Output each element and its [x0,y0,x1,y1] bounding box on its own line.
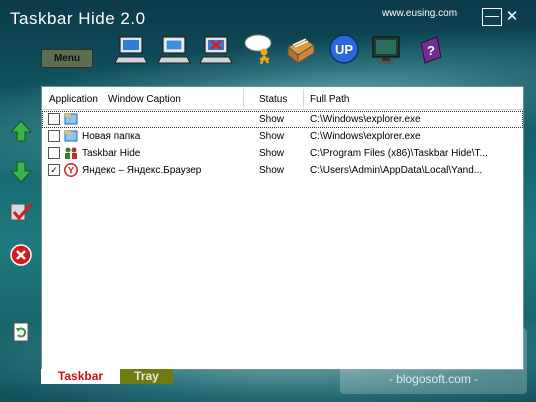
row-status: Show [259,114,285,125]
people-icon [64,146,78,160]
update-up-icon[interactable]: UP [327,33,361,67]
header-separator [243,89,244,107]
window-title: Taskbar Hide 2.0 [10,9,146,28]
close-button[interactable]: ✕ [502,8,522,26]
list-header: Application Window Caption Status Full P… [42,87,523,110]
row-app-name: Новая папка [82,131,141,142]
help-book-icon[interactable]: ? [413,33,447,67]
row-checkbox[interactable] [48,147,60,159]
table-row[interactable]: Taskbar Hide Show C:\Program Files (x86)… [42,145,523,162]
row-checkbox-checked[interactable]: ✓ [48,164,60,176]
minimize-button[interactable]: — [482,8,502,26]
row-app-name: Яндекс – Яндекс.Браузер [82,165,202,176]
close-window-icon[interactable] [199,33,233,67]
header-window-caption[interactable]: Window Caption [108,94,181,105]
refresh-icon[interactable] [9,320,33,344]
svg-text:UP: UP [335,42,353,57]
table-row[interactable]: ✓ Y Яндекс – Яндекс.Браузер Show C:\User… [42,162,523,179]
svg-text:?: ? [427,43,435,58]
header-application[interactable]: Application [49,94,98,105]
header-status[interactable]: Status [259,94,287,105]
move-down-arrow-icon[interactable] [9,160,33,184]
table-row[interactable]: Show C:\Windows\explorer.exe [42,111,523,128]
remove-icon[interactable] [9,243,33,267]
move-up-arrow-icon[interactable] [9,119,33,143]
row-checkbox[interactable] [48,130,60,142]
row-path: C:\Windows\explorer.exe [310,131,421,142]
table-row[interactable]: Новая папка Show C:\Windows\explorer.exe [42,128,523,145]
folder-icon [64,129,78,143]
watermark: Софт Блог - blogosoft.com - [340,328,527,394]
row-status: Show [259,148,285,159]
monitor-icon[interactable] [369,33,403,67]
svg-text:Y: Y [68,166,74,176]
address-book-icon[interactable] [284,33,318,67]
row-path: C:\Users\Admin\AppData\Local\Yand... [310,165,483,176]
header-separator [303,89,304,107]
menu-button[interactable]: Menu [41,49,93,68]
row-path: C:\Windows\explorer.exe [310,114,421,125]
row-app-name: Taskbar Hide [82,148,141,159]
check-all-icon[interactable] [9,200,33,224]
row-status: Show [259,131,285,142]
computer-icon[interactable] [114,33,148,67]
row-path: C:\Program Files (x86)\Taskbar Hide\T... [310,148,488,159]
chat-user-icon[interactable] [242,33,276,67]
window-icon[interactable] [157,33,191,67]
tab-taskbar[interactable]: Taskbar [41,369,120,384]
folder-icon [64,112,78,126]
row-status: Show [259,165,285,176]
site-link[interactable]: www.eusing.com [382,8,457,19]
watermark-title: Софт Блог [354,330,513,361]
yandex-icon: Y [64,163,78,177]
tab-tray[interactable]: Tray [120,369,173,384]
watermark-url: - blogosoft.com - [388,372,479,386]
row-checkbox[interactable] [48,113,60,125]
header-full-path[interactable]: Full Path [310,94,349,105]
